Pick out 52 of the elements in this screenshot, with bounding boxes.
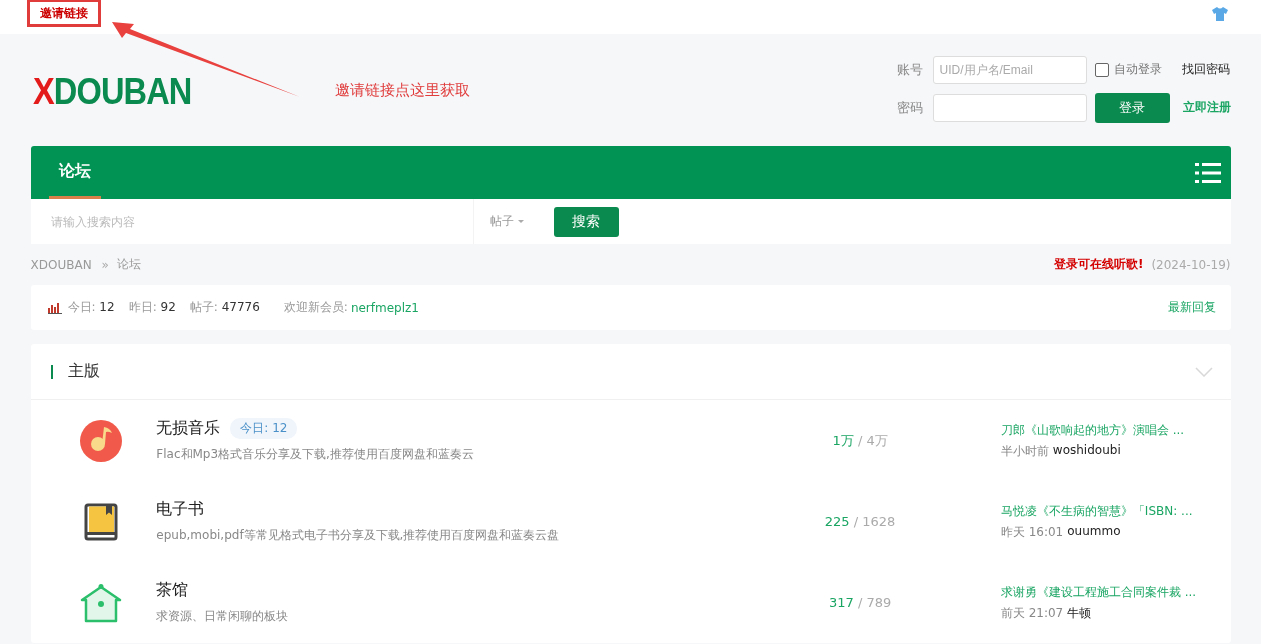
register-link[interactable]: 立即注册 [1182, 99, 1231, 116]
last-post-user-link[interactable]: 牛顿 [1067, 604, 1092, 622]
thread-post-counts: 225 / 1628 [823, 514, 897, 529]
search-scope-dropdown[interactable]: 帖子 [473, 199, 540, 244]
breadcrumb-separator: » [101, 257, 109, 272]
tshirt-icon[interactable] [1211, 6, 1229, 22]
auto-login-checkbox[interactable]: 自动登录 [1094, 61, 1175, 78]
last-post-user-link[interactable]: woshidoubi [1052, 442, 1121, 460]
login-button[interactable]: 登录 [1094, 92, 1170, 123]
breadcrumb-link[interactable]: XDOUBAN [30, 257, 92, 272]
last-post-link[interactable]: 刀郎《山歌响起的地方》演唱会 ... [1000, 421, 1211, 439]
menu-icon[interactable] [1194, 161, 1221, 184]
house-icon[interactable] [80, 582, 123, 623]
notice-link[interactable]: 登录可在线听歌! [1053, 256, 1144, 273]
last-post-link[interactable]: 求谢勇《建设工程施工合同案件裁 ... [1000, 583, 1211, 601]
search-field[interactable]: 请输入搜索内容 [30, 199, 474, 244]
stat-text: 帖子: 47776 [189, 299, 260, 316]
thread-post-counts: 317 / 789 [827, 595, 893, 610]
book-icon[interactable] [84, 502, 119, 541]
thread-post-counts: 1万 / 4万 [831, 431, 889, 450]
bar-chart-icon [47, 301, 62, 314]
password-label: 密码 [896, 98, 924, 117]
forum-description: 求资源、日常闲聊的板块 [156, 608, 290, 625]
forum-description: Flac和Mp3格式音乐分享及下载,推荐使用百度网盘和蓝奏云 [156, 446, 475, 463]
forum-description: epub,mobi,pdf等常见格式电子书分享及下载,推荐使用百度网盘和蓝奏云盘 [156, 527, 561, 544]
account-field[interactable]: UID/用户名/Email [932, 55, 1087, 84]
account-label: 账号 [896, 60, 924, 79]
forum-name-link[interactable]: 无损音乐 [156, 418, 221, 439]
new-member-link[interactable]: nerfmeplz1 [350, 300, 419, 315]
last-post-link[interactable]: 马悦凌《不生病的智慧》「ISBN: ... [1000, 502, 1211, 520]
stat-text: 今日: 12 [67, 299, 115, 316]
forum-name-link[interactable]: 茶馆 [156, 580, 189, 601]
notice-date: (2024-10-19) [1151, 257, 1231, 272]
stat-text: 昨日: 92 [128, 299, 176, 316]
forum-name-link[interactable]: 电子书 [156, 499, 205, 520]
chevron-icon[interactable] [1194, 366, 1213, 377]
music-note-icon[interactable] [79, 418, 124, 463]
welcome-label: 欢迎新会员: [283, 299, 348, 316]
logo[interactable]: XDOUBAN [32, 71, 191, 113]
invite-link[interactable]: 邀请链接 [27, 0, 101, 27]
last-post-time: 前天 21:07 [1000, 604, 1064, 622]
today-count-badge: 今日: 12 [230, 418, 298, 439]
last-post-time: 昨天 16:01 [1000, 523, 1064, 541]
search-button[interactable]: 搜索 [553, 206, 619, 237]
recover-password-link[interactable]: 找回密码 [1181, 61, 1230, 78]
password-field[interactable] [932, 93, 1087, 122]
annotation-text: 邀请链接点这里获取 [334, 80, 470, 100]
latest-replies-link[interactable]: 最新回复 [1167, 299, 1216, 316]
section-title: 主版 [67, 361, 100, 382]
breadcrumb-link[interactable]: 论坛 [116, 256, 141, 273]
last-post-time: 半小时前 [1000, 442, 1049, 460]
last-post-user-link[interactable]: ouummo [1067, 523, 1121, 541]
